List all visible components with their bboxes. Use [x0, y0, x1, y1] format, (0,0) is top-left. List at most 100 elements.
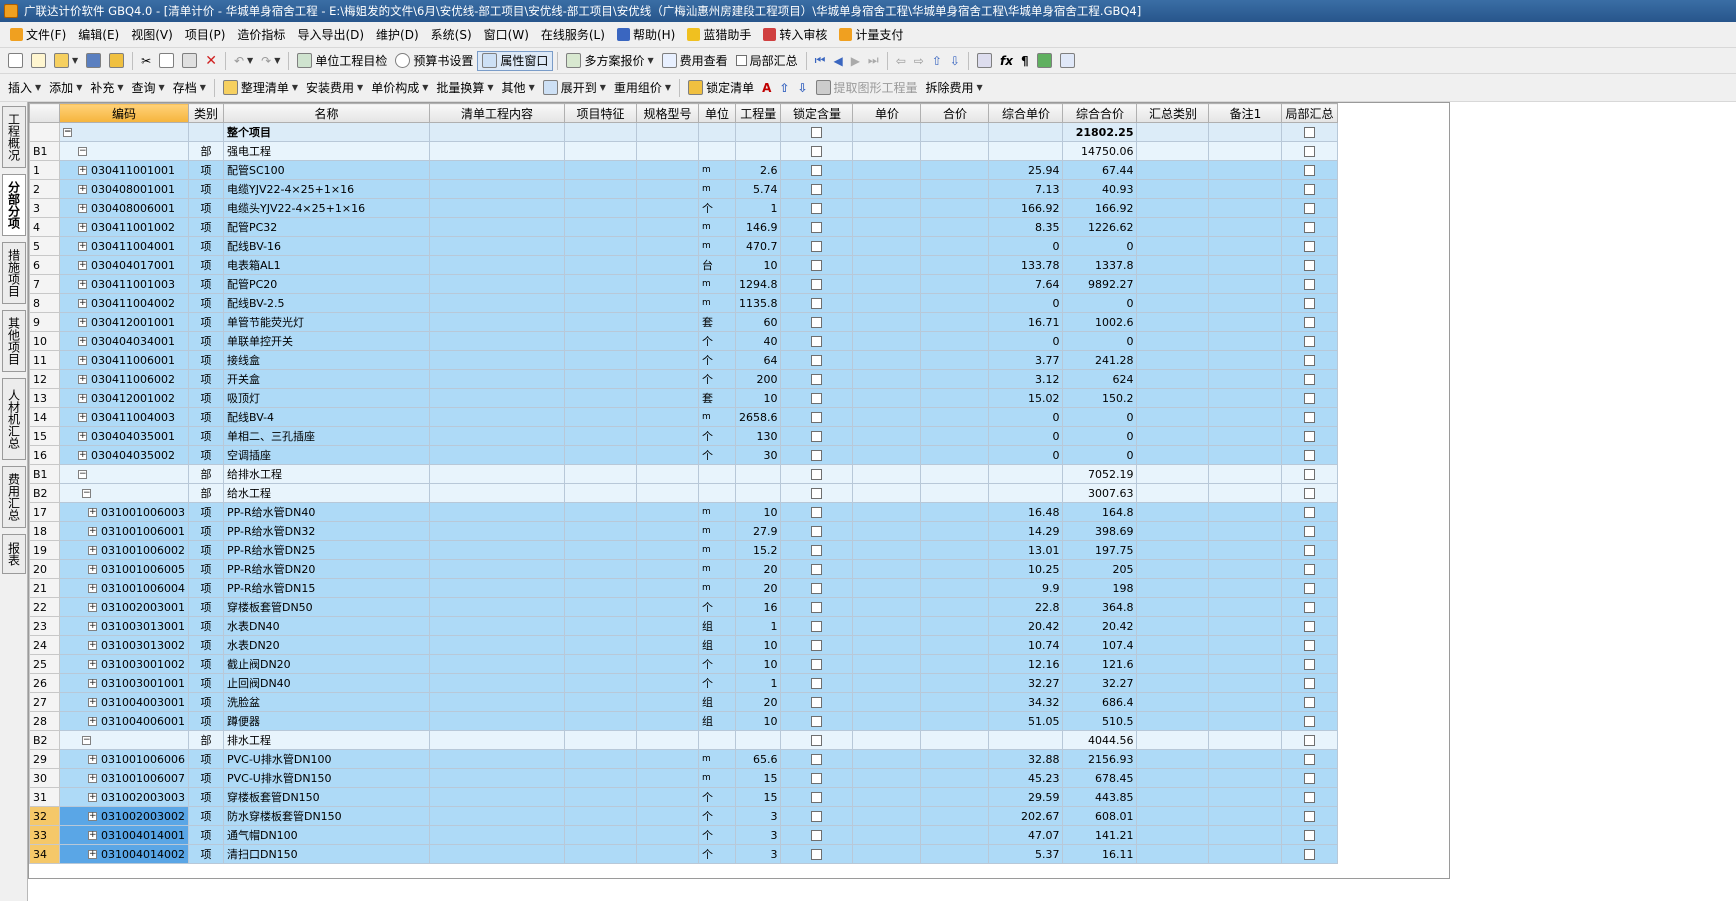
local-summary-checkbox[interactable]: [1303, 488, 1315, 499]
category-cell[interactable]: 部: [187, 730, 224, 750]
spec-cell[interactable]: [635, 274, 699, 294]
remark-cell[interactable]: [1208, 597, 1283, 617]
feature-cell[interactable]: [563, 673, 637, 693]
quantity-cell[interactable]: 1: [734, 616, 782, 636]
summary-category-cell[interactable]: [1136, 768, 1210, 788]
unit-cell[interactable]: m: [697, 407, 736, 427]
expand-icon[interactable]: +: [88, 774, 97, 783]
code-cell[interactable]: +031001006006: [59, 749, 189, 769]
category-cell[interactable]: 项: [187, 236, 224, 256]
code-cell[interactable]: −: [59, 730, 189, 750]
unit-cell[interactable]: m: [697, 274, 736, 294]
summary-category-cell[interactable]: [1136, 236, 1210, 256]
summary-category-cell[interactable]: [1136, 388, 1210, 408]
unit-cell[interactable]: 个: [697, 445, 736, 465]
remark-cell[interactable]: [1208, 616, 1283, 636]
local-summary-checkbox[interactable]: [1303, 336, 1315, 347]
spec-cell[interactable]: [635, 464, 699, 484]
name-cell[interactable]: 清扫口DN150: [222, 844, 430, 864]
column-header-15[interactable]: 局部汇总: [1281, 103, 1338, 123]
column-header-4[interactable]: 项目特征: [563, 103, 637, 123]
lock-content-cell[interactable]: [780, 673, 854, 693]
lock-checkbox[interactable]: [811, 526, 823, 537]
expand-icon[interactable]: +: [78, 318, 87, 327]
code-cell[interactable]: +030404034001: [59, 331, 189, 351]
local-summary-checkbox[interactable]: [1303, 222, 1315, 233]
row-number[interactable]: 13: [29, 388, 60, 408]
spec-cell[interactable]: [635, 521, 699, 541]
expand-icon[interactable]: +: [78, 451, 87, 460]
lock-content-cell[interactable]: [780, 426, 854, 446]
remark-cell[interactable]: [1208, 312, 1283, 332]
summary-category-cell[interactable]: [1136, 179, 1210, 199]
name-cell[interactable]: PVC-U排水管DN150: [222, 768, 430, 788]
unit-cell[interactable]: m: [697, 578, 736, 598]
table-row[interactable]: 16 +030404035002 项 空调插座 个 30 0 0: [29, 445, 1338, 465]
table-row[interactable]: 5 +030411004001 项 配线BV-16 m 470.7 0 0: [29, 236, 1338, 256]
amount-cell[interactable]: [920, 255, 990, 275]
remark-cell[interactable]: [1208, 806, 1283, 826]
quantity-cell[interactable]: 2658.6: [734, 407, 782, 427]
name-cell[interactable]: 水表DN20: [222, 635, 430, 655]
unit-price-cell[interactable]: [852, 654, 922, 674]
spec-cell[interactable]: [635, 597, 699, 617]
remark-cell[interactable]: [1208, 445, 1283, 465]
composite-total-cell[interactable]: 16.11: [1062, 844, 1138, 864]
lock-checkbox[interactable]: [811, 374, 823, 385]
composite-total-cell[interactable]: 364.8: [1062, 597, 1138, 617]
row-number[interactable]: B2: [29, 483, 60, 503]
unit-price-cell[interactable]: [852, 673, 922, 693]
composite-price-cell[interactable]: 47.07: [988, 825, 1064, 845]
category-cell[interactable]: 项: [187, 616, 224, 636]
composite-price-cell[interactable]: 22.8: [988, 597, 1064, 617]
row-number[interactable]: B1: [29, 141, 60, 161]
local-summary-checkbox[interactable]: [1303, 469, 1315, 480]
summary-category-cell[interactable]: [1136, 844, 1210, 864]
unit-cell[interactable]: 组: [697, 635, 736, 655]
unit-cell[interactable]: 个: [697, 673, 736, 693]
lock-content-cell[interactable]: [780, 578, 854, 598]
local-summary-checkbox[interactable]: [1303, 773, 1315, 784]
content-cell[interactable]: [428, 122, 565, 142]
table-row[interactable]: 25 +031003001002 项 截止阀DN20 个 10 12.16 121.6: [29, 654, 1338, 674]
table-row[interactable]: 29 +031001006006 项 PVC-U排水管DN100 m 65.6 32.88 2…: [29, 749, 1338, 769]
composite-price-cell[interactable]: 10.74: [988, 635, 1064, 655]
amount-cell[interactable]: [920, 122, 990, 142]
row-number[interactable]: 8: [29, 293, 60, 313]
lock-checkbox[interactable]: [811, 279, 823, 290]
composite-total-cell[interactable]: 150.2: [1062, 388, 1138, 408]
category-cell[interactable]: 项: [187, 179, 224, 199]
local-summary-cell[interactable]: [1281, 141, 1338, 161]
category-cell[interactable]: [187, 122, 224, 142]
local-summary-cell[interactable]: [1281, 426, 1338, 446]
category-cell[interactable]: 部: [187, 483, 224, 503]
spec-cell[interactable]: [635, 787, 699, 807]
table-row[interactable]: 1 +030411001001 项 配管SC100 m 2.6 25.94 67.44: [29, 160, 1338, 180]
lock-checkbox[interactable]: [811, 317, 823, 328]
lock-checkbox[interactable]: [811, 336, 823, 347]
lock-content-cell[interactable]: [780, 388, 854, 408]
name-cell[interactable]: 排水工程: [222, 730, 430, 750]
local-summary-checkbox[interactable]: [1303, 659, 1315, 670]
local-summary-cell[interactable]: [1281, 749, 1338, 769]
amount-cell[interactable]: [920, 635, 990, 655]
lock-content-cell[interactable]: [780, 445, 854, 465]
column-header-5[interactable]: 规格型号: [635, 103, 699, 123]
move-down-button[interactable]: ⇩: [946, 51, 964, 71]
code-cell[interactable]: +030411004001: [59, 236, 189, 256]
composite-total-cell[interactable]: 1226.62: [1062, 217, 1138, 237]
remark-cell[interactable]: [1208, 255, 1283, 275]
category-cell[interactable]: 项: [187, 388, 224, 408]
lock-content-cell[interactable]: [780, 635, 854, 655]
row-number[interactable]: 10: [29, 331, 60, 351]
expand-icon[interactable]: +: [88, 508, 97, 517]
local-summary-cell[interactable]: [1281, 331, 1338, 351]
lock-checkbox[interactable]: [811, 355, 823, 366]
content-cell[interactable]: [428, 730, 565, 750]
move-right-button[interactable]: ⇨: [910, 51, 928, 71]
summary-category-cell[interactable]: [1136, 312, 1210, 332]
unit-cell[interactable]: m: [697, 559, 736, 579]
code-cell[interactable]: +030411004002: [59, 293, 189, 313]
lock-checkbox[interactable]: [811, 412, 823, 423]
code-cell[interactable]: +031003001001: [59, 673, 189, 693]
